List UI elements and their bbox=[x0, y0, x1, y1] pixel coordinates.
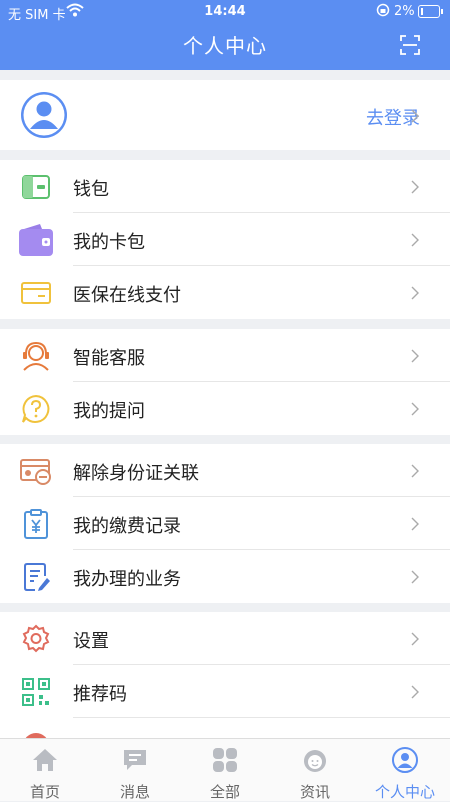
chevron-right-icon bbox=[411, 632, 419, 646]
question-icon bbox=[22, 394, 50, 423]
tab-label: 全部 bbox=[209, 783, 240, 801]
chevron-right-icon bbox=[411, 233, 419, 247]
chevron-right-icon bbox=[411, 517, 419, 531]
user-icon bbox=[392, 747, 418, 773]
id-card-unlink-icon bbox=[20, 459, 51, 485]
chevron-right-icon bbox=[411, 402, 419, 416]
battery-percent: 2% bbox=[394, 4, 415, 19]
menu-item-label: 推荐码 bbox=[73, 684, 127, 705]
menu-item-partial[interactable] bbox=[0, 718, 450, 738]
menu-item-payment-records[interactable]: 我的缴费记录 bbox=[0, 497, 450, 550]
payment-record-icon bbox=[24, 509, 48, 539]
menu-item-label: 智能客服 bbox=[73, 348, 145, 369]
avatar-icon bbox=[21, 92, 67, 138]
chevron-right-icon bbox=[411, 685, 419, 699]
menu-item-label: 我的缴费记录 bbox=[73, 516, 181, 537]
menu-item-customer-service[interactable]: 智能客服 bbox=[0, 329, 450, 382]
menu-group-account: 钱包 我的卡包 医保在线支付 bbox=[0, 160, 450, 319]
menu-item-unlink-id-card[interactable]: 解除身份证关联 bbox=[0, 444, 450, 497]
menu-item-label: 我的卡包 bbox=[73, 232, 145, 253]
menu-item-label: 医保在线支付 bbox=[73, 285, 181, 306]
business-icon bbox=[24, 563, 50, 591]
profile-card[interactable]: 去登录 bbox=[0, 80, 450, 150]
menu-item-online-payment[interactable]: 医保在线支付 bbox=[0, 266, 450, 319]
tab-label: 消息 bbox=[119, 783, 150, 801]
page-title: 个人中心 bbox=[183, 34, 267, 58]
scan-icon[interactable] bbox=[400, 35, 420, 55]
bottom-tab-bar: 首页 消息 全部 资讯 个人中心 bbox=[0, 738, 450, 801]
settings-icon bbox=[22, 624, 50, 653]
chevron-right-icon bbox=[411, 570, 419, 584]
chevron-right-icon bbox=[411, 180, 419, 194]
top-bar: 无 SIM 卡 14:44 2% 个人中心 bbox=[0, 0, 450, 70]
menu-item-label: 解除身份证关联 bbox=[73, 463, 199, 484]
tab-profile[interactable]: 个人中心 bbox=[360, 739, 450, 801]
menu-item-label: 设置 bbox=[73, 631, 109, 652]
menu-item-settings[interactable]: 设置 bbox=[0, 612, 450, 665]
menu-group-support: 智能客服 我的提问 bbox=[0, 329, 450, 435]
chevron-right-icon bbox=[411, 464, 419, 478]
wallet-icon bbox=[22, 175, 50, 199]
menu-group-records: 解除身份证关联 我的缴费记录 我办理的业务 bbox=[0, 444, 450, 603]
card-wallet-icon bbox=[19, 224, 53, 256]
tab-home[interactable]: 首页 bbox=[0, 739, 90, 801]
menu-item-label: 我的提问 bbox=[73, 401, 145, 422]
chevron-right-icon bbox=[411, 286, 419, 300]
tab-messages[interactable]: 消息 bbox=[90, 739, 180, 801]
tab-label: 首页 bbox=[29, 783, 60, 801]
news-icon bbox=[304, 750, 326, 772]
customer-service-icon bbox=[23, 341, 49, 371]
rotation-lock-icon bbox=[376, 3, 390, 21]
menu-group-settings: 设置 推荐码 bbox=[0, 612, 450, 738]
menu-item-label: 钱包 bbox=[73, 179, 109, 200]
message-icon bbox=[124, 750, 146, 770]
status-bar: 无 SIM 卡 14:44 2% bbox=[0, 0, 450, 24]
menu-item-my-business[interactable]: 我办理的业务 bbox=[0, 550, 450, 603]
tab-all[interactable]: 全部 bbox=[180, 739, 270, 801]
home-icon bbox=[33, 749, 57, 771]
battery-icon bbox=[418, 5, 443, 18]
partial-icon bbox=[25, 733, 47, 738]
qr-code-icon bbox=[22, 678, 50, 706]
chevron-right-icon bbox=[411, 349, 419, 363]
tab-label: 资讯 bbox=[299, 783, 330, 801]
grid-icon bbox=[213, 748, 237, 772]
menu-item-label: 我办理的业务 bbox=[73, 569, 181, 590]
chevron-right-icon bbox=[411, 109, 419, 123]
menu-item-referral-code[interactable]: 推荐码 bbox=[0, 665, 450, 718]
menu-item-card-wallet[interactable]: 我的卡包 bbox=[0, 213, 450, 266]
card-icon bbox=[21, 282, 51, 304]
menu-item-wallet[interactable]: 钱包 bbox=[0, 160, 450, 213]
tab-news[interactable]: 资讯 bbox=[270, 739, 360, 801]
tab-label: 个人中心 bbox=[374, 783, 435, 801]
menu-item-my-questions[interactable]: 我的提问 bbox=[0, 382, 450, 435]
